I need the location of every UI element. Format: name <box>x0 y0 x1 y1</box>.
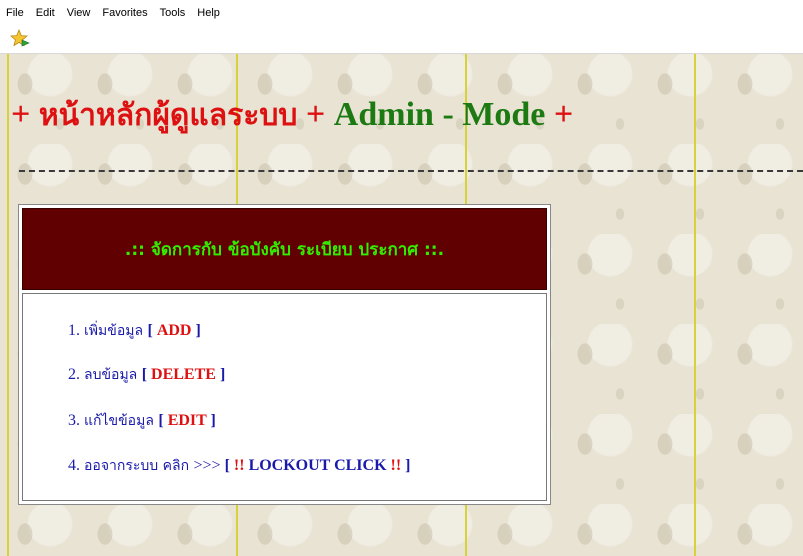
page-title: + หน้าหลักผู้ดูแลระบบ + Admin - Mode + <box>11 92 573 139</box>
title-plus: + <box>545 96 574 133</box>
title-english: Admin - Mode <box>333 96 546 133</box>
menu-item-delete[interactable]: 2. ลบข้อมูล [ DELETE ] <box>68 364 225 386</box>
menu-favorites[interactable]: Favorites <box>96 7 153 19</box>
menu-edit[interactable]: Edit <box>30 7 61 19</box>
page-content: + หน้าหลักผู้ดูแลระบบ + Admin - Mode + .… <box>0 54 803 556</box>
menu-item-add[interactable]: 1. เพิ่มข้อมูล [ ADD ] <box>68 320 201 342</box>
menu-file[interactable]: File <box>0 7 30 19</box>
menu-tools[interactable]: Tools <box>154 7 192 19</box>
title-thai: หน้าหลักผู้ดูแลระบบ <box>38 98 298 133</box>
menu-help[interactable]: Help <box>191 7 226 19</box>
menu-item-edit[interactable]: 3. แก้ไขข้อมูล [ EDIT ] <box>68 410 216 432</box>
favorites-bar <box>0 26 803 54</box>
delete-link[interactable]: DELETE <box>151 366 216 383</box>
dashed-divider <box>19 170 803 172</box>
menu-bar: File Edit View Favorites Tools Help <box>0 0 803 26</box>
edit-link[interactable]: EDIT <box>168 412 207 429</box>
menu-item-logout[interactable]: 4. ออจากระบบ คลิก >>> [ !! LOCKOUT CLICK… <box>68 455 411 477</box>
panel-heading: .:: จัดการกับ ข้อบังคับ ระเบียบ ประกาศ :… <box>22 208 547 290</box>
add-favorite-star-icon[interactable] <box>10 29 30 49</box>
column-divider <box>694 54 696 556</box>
title-plus: + <box>297 96 334 133</box>
title-plus: + <box>11 96 39 133</box>
panel-heading-text: .:: จัดการกับ ข้อบังคับ ระเบียบ ประกาศ :… <box>124 239 445 260</box>
lockout-link[interactable]: LOCKOUT CLICK <box>249 457 387 474</box>
panel-menu: 1. เพิ่มข้อมูล [ ADD ] 2. ลบข้อมูล [ DEL… <box>22 293 547 501</box>
add-link[interactable]: ADD <box>157 322 192 339</box>
column-divider <box>7 54 9 556</box>
admin-panel: .:: จัดการกับ ข้อบังคับ ระเบียบ ประกาศ :… <box>18 204 551 505</box>
menu-view[interactable]: View <box>61 7 97 19</box>
